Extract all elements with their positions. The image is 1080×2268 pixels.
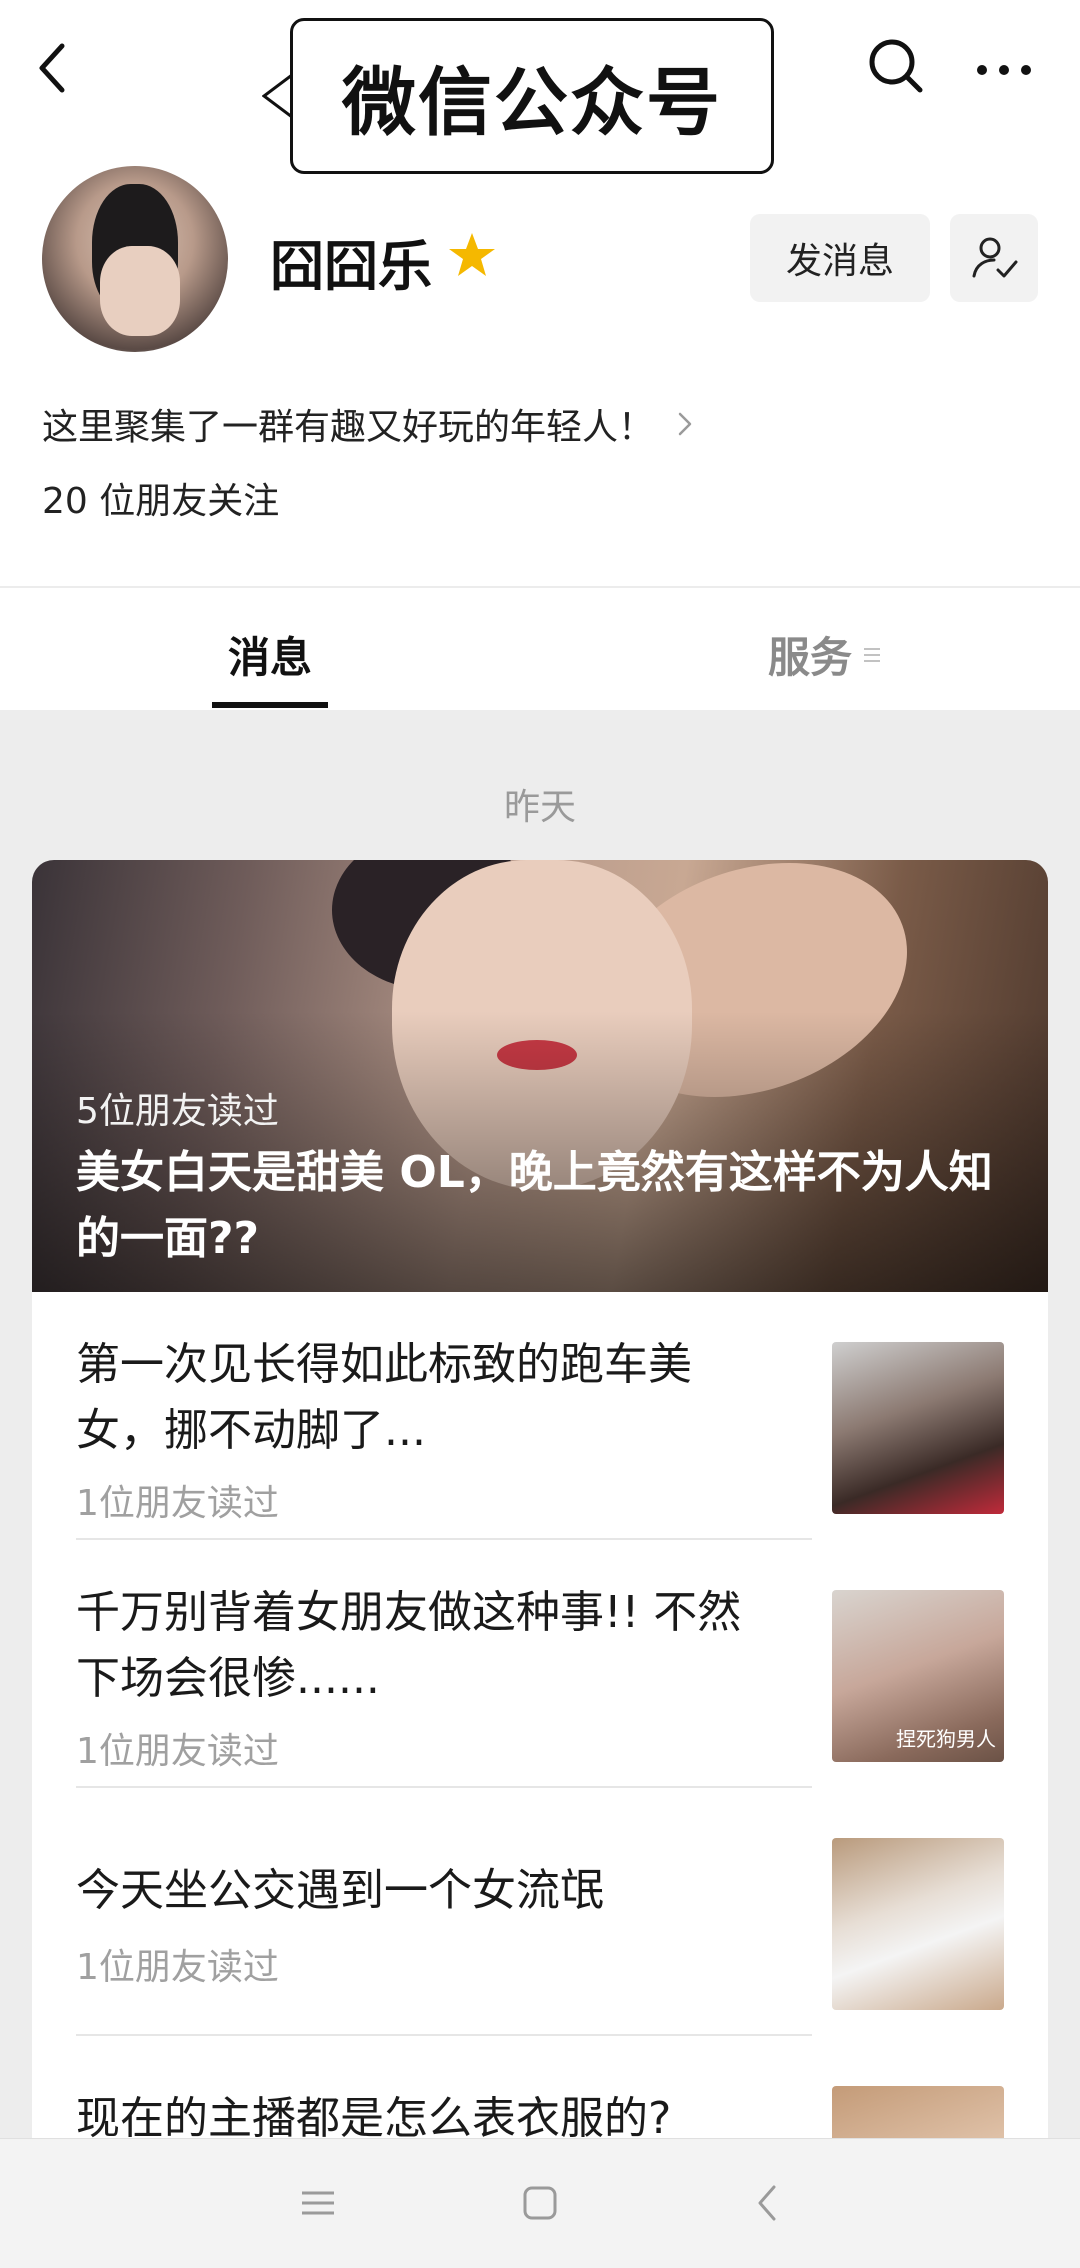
article-thumbnail — [832, 1342, 1004, 1514]
back-triangle-icon — [758, 2185, 776, 2221]
section-divider — [0, 586, 1080, 588]
list-item[interactable]: 千万别背着女朋友做这种事!! 不然下场会很惨...... 1位朋友读过 捏死狗男… — [32, 1540, 1048, 1788]
message-feed[interactable]: 昨天 5位朋友读过 美女白天是甜美 OL，晚上竟然有这样不为人知的一面?? 第一… — [0, 710, 1080, 2140]
article-reads: 1位朋友读过 — [76, 1947, 279, 1988]
cover-readers: 5位朋友读过 — [76, 1091, 279, 1132]
cover-title: 美女白天是甜美 OL，晚上竟然有这样不为人知的一面?? — [76, 1147, 993, 1264]
follow-check-icon — [972, 237, 1018, 278]
followers-count: 20 位朋友关注 — [42, 481, 280, 522]
list-item[interactable]: 现在的主播都是怎么表衣服的? — [32, 2036, 1048, 2140]
search-icon — [869, 39, 923, 93]
system-back-button[interactable] — [738, 2173, 798, 2233]
back-arrow-icon — [39, 43, 65, 93]
recent-apps-button[interactable] — [288, 2173, 348, 2233]
tab-services-label: 服务 — [768, 633, 853, 682]
article-reads: 1位朋友读过 — [76, 1731, 279, 1772]
more-icon — [977, 65, 1031, 75]
send-message-button[interactable]: 发消息 — [750, 214, 930, 302]
account-name: 囧囧乐 — [270, 235, 432, 298]
avatar-figure — [100, 246, 180, 336]
back-button[interactable] — [34, 38, 74, 98]
article-thumbnail — [832, 1838, 1004, 2010]
follow-button[interactable] — [950, 214, 1038, 302]
chevron-right-icon — [678, 412, 692, 436]
wechat-official-account-callout: 微信公众号 — [290, 18, 774, 174]
article-title: 第一次见长得如此标致的跑车美女，挪不动脚了... — [76, 1339, 692, 1456]
article-title: 今天坐公交遇到一个女流氓 — [76, 1865, 604, 1916]
article-card: 5位朋友读过 美女白天是甜美 OL，晚上竟然有这样不为人知的一面?? 第一次见长… — [32, 860, 1048, 2140]
date-label: 昨天 — [503, 787, 576, 828]
star-icon — [449, 233, 495, 276]
callout-label: 微信公众号 — [342, 59, 722, 146]
account-intro[interactable]: 这里聚集了一群有趣又好玩的年轻人！ — [42, 398, 694, 450]
home-square-icon — [523, 2186, 557, 2220]
cover-article[interactable]: 5位朋友读过 美女白天是甜美 OL，晚上竟然有这样不为人知的一面?? — [32, 860, 1048, 1292]
list-item[interactable]: 今天坐公交遇到一个女流氓 1位朋友读过 — [32, 1788, 1048, 2036]
avatar[interactable] — [42, 166, 228, 352]
article-title: 千万别背着女朋友做这种事!! 不然下场会很惨...... — [76, 1587, 742, 1704]
menu-lines-icon — [302, 2191, 334, 2215]
menu-lines-icon — [864, 647, 881, 662]
system-nav-bar — [0, 2138, 1080, 2268]
article-thumbnail — [832, 2086, 1004, 2140]
more-button[interactable] — [974, 44, 1034, 94]
home-button[interactable] — [510, 2173, 570, 2233]
article-reads: 1位朋友读过 — [76, 1483, 279, 1524]
tab-services[interactable]: 服务 — [768, 624, 882, 685]
active-tab-indicator — [212, 702, 328, 708]
thumbnail-watermark: 捏死狗男人 — [896, 1727, 996, 1751]
search-button[interactable] — [866, 36, 926, 96]
tab-messages[interactable]: 消息 — [228, 624, 312, 685]
article-thumbnail: 捏死狗男人 — [832, 1590, 1004, 1762]
article-title: 现在的主播都是怎么表衣服的? — [76, 2093, 672, 2140]
account-intro-text: 这里聚集了一群有趣又好玩的年轻人！ — [42, 407, 655, 448]
list-item[interactable]: 第一次见长得如此标致的跑车美女，挪不动脚了... 1位朋友读过 — [32, 1292, 1048, 1540]
